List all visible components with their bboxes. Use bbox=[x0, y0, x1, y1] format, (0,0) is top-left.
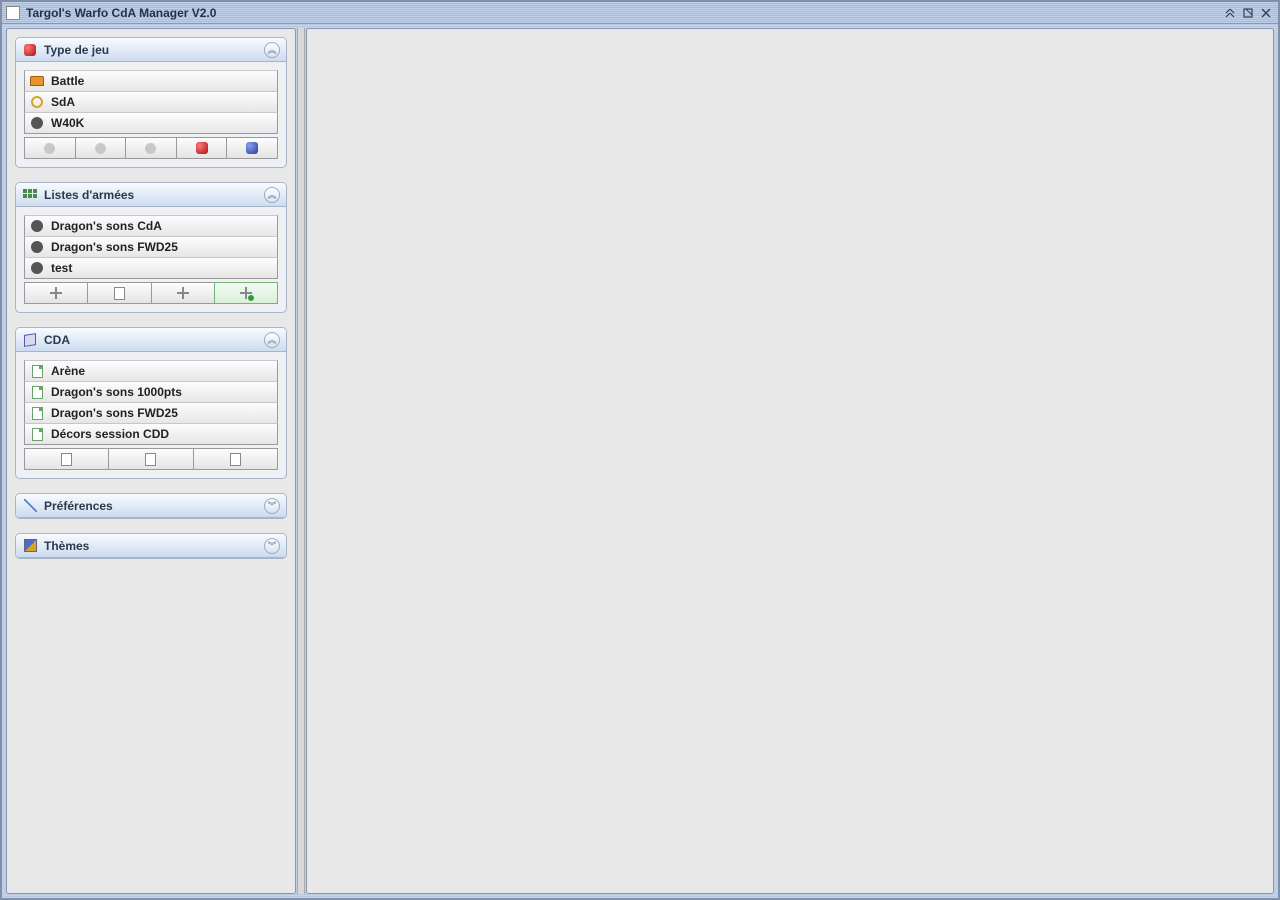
gametype-btn-2[interactable] bbox=[75, 137, 127, 159]
list-item-label: Décors session CDD bbox=[51, 427, 169, 441]
armylist-item[interactable]: Dragon's sons CdA bbox=[24, 215, 278, 237]
swatch-icon bbox=[22, 538, 38, 554]
panel-themes: Thèmes ︾ bbox=[15, 533, 287, 559]
chevron-down-icon[interactable]: ︾ bbox=[264, 538, 280, 554]
panel-header-armylists[interactable]: Listes d'armées ︽ bbox=[16, 183, 286, 207]
cube-icon bbox=[22, 332, 38, 348]
cda-item[interactable]: Décors session CDD bbox=[24, 423, 278, 445]
app-icon bbox=[6, 6, 20, 20]
sidebar: Type de jeu ︽ Battle SdA bbox=[6, 28, 296, 894]
chevron-down-icon[interactable]: ︾ bbox=[264, 498, 280, 514]
gametype-btn-add[interactable] bbox=[176, 137, 228, 159]
window-title: Targol's Warfo CdA Manager V2.0 bbox=[26, 6, 1220, 20]
chevron-up-icon[interactable]: ︽ bbox=[264, 332, 280, 348]
circle-icon bbox=[145, 143, 156, 154]
cda-item[interactable]: Arène bbox=[24, 360, 278, 382]
panel-preferences: Préférences ︾ bbox=[15, 493, 287, 519]
page-icon bbox=[29, 363, 45, 379]
panel-title: Thèmes bbox=[44, 539, 264, 553]
skull-icon bbox=[29, 260, 45, 276]
gametype-item-battle[interactable]: Battle bbox=[24, 70, 278, 92]
list-item-label: Arène bbox=[51, 364, 85, 378]
circle-icon bbox=[95, 143, 106, 154]
armylist-btn-1[interactable] bbox=[24, 282, 88, 304]
document-icon bbox=[230, 453, 241, 466]
page-icon bbox=[29, 405, 45, 421]
armylist-btn-3[interactable] bbox=[151, 282, 215, 304]
chevron-up-icon[interactable]: ︽ bbox=[264, 187, 280, 203]
dice-red-icon bbox=[196, 142, 208, 154]
panel-header-cda[interactable]: CDA ︽ bbox=[16, 328, 286, 352]
page-icon bbox=[29, 426, 45, 442]
dice-blue-icon bbox=[246, 142, 258, 154]
tree-icon bbox=[177, 287, 189, 299]
list-item-label: W40K bbox=[51, 116, 84, 130]
content-area: Type de jeu ︽ Battle SdA bbox=[2, 24, 1278, 898]
document-icon bbox=[114, 287, 125, 300]
panel-gametype: Type de jeu ︽ Battle SdA bbox=[15, 37, 287, 168]
list-item-label: SdA bbox=[51, 95, 75, 109]
tree-add-icon bbox=[240, 287, 252, 299]
chevron-up-icon[interactable]: ︽ bbox=[264, 42, 280, 58]
cda-btn-3[interactable] bbox=[193, 448, 278, 470]
panel-title: Listes d'armées bbox=[44, 188, 264, 202]
armylist-item[interactable]: Dragon's sons FWD25 bbox=[24, 236, 278, 258]
list-item-label: Dragon's sons CdA bbox=[51, 219, 162, 233]
panel-cda: CDA ︽ Arène Dragon's sons 1000pts bbox=[15, 327, 287, 479]
panel-armylists: Listes d'armées ︽ Dragon's sons CdA Drag… bbox=[15, 182, 287, 313]
gametype-btn-1[interactable] bbox=[24, 137, 76, 159]
panel-header-themes[interactable]: Thèmes ︾ bbox=[16, 534, 286, 558]
armylist-btn-add[interactable] bbox=[214, 282, 278, 304]
page-icon bbox=[29, 384, 45, 400]
wrench-icon bbox=[22, 498, 38, 514]
list-item-label: test bbox=[51, 261, 72, 275]
panel-title: Préférences bbox=[44, 499, 264, 513]
circle-icon bbox=[44, 143, 55, 154]
list-item-label: Dragon's sons FWD25 bbox=[51, 240, 178, 254]
skull-icon bbox=[29, 218, 45, 234]
tree-icon bbox=[50, 287, 62, 299]
panel-title: Type de jeu bbox=[44, 43, 264, 57]
document-icon bbox=[61, 453, 72, 466]
dice-icon bbox=[22, 42, 38, 58]
close-button[interactable] bbox=[1258, 6, 1274, 20]
cda-toolbar bbox=[24, 448, 278, 470]
grid-icon bbox=[22, 187, 38, 203]
list-item-label: Battle bbox=[51, 74, 84, 88]
skull-icon bbox=[29, 115, 45, 131]
app-window: Targol's Warfo CdA Manager V2.0 Type de … bbox=[0, 0, 1280, 900]
minimize-button[interactable] bbox=[1222, 6, 1238, 20]
armylist-item[interactable]: test bbox=[24, 257, 278, 279]
main-area bbox=[306, 28, 1274, 894]
armylist-btn-2[interactable] bbox=[87, 282, 151, 304]
gametype-item-sda[interactable]: SdA bbox=[24, 91, 278, 113]
cda-item[interactable]: Dragon's sons 1000pts bbox=[24, 381, 278, 403]
armylist-toolbar bbox=[24, 282, 278, 304]
basket-icon bbox=[29, 73, 45, 89]
cda-btn-1[interactable] bbox=[24, 448, 109, 470]
ring-icon bbox=[29, 94, 45, 110]
maximize-button[interactable] bbox=[1240, 6, 1256, 20]
list-item-label: Dragon's sons FWD25 bbox=[51, 406, 178, 420]
gametype-btn-add2[interactable] bbox=[226, 137, 278, 159]
gametype-item-w40k[interactable]: W40K bbox=[24, 112, 278, 134]
panel-title: CDA bbox=[44, 333, 264, 347]
panel-header-preferences[interactable]: Préférences ︾ bbox=[16, 494, 286, 518]
titlebar[interactable]: Targol's Warfo CdA Manager V2.0 bbox=[2, 2, 1278, 24]
cda-btn-2[interactable] bbox=[108, 448, 193, 470]
gametype-toolbar bbox=[24, 137, 278, 159]
cda-item[interactable]: Dragon's sons FWD25 bbox=[24, 402, 278, 424]
document-icon bbox=[145, 453, 156, 466]
splitter[interactable] bbox=[297, 28, 305, 894]
gametype-btn-3[interactable] bbox=[125, 137, 177, 159]
skull-icon bbox=[29, 239, 45, 255]
list-item-label: Dragon's sons 1000pts bbox=[51, 385, 182, 399]
panel-header-gametype[interactable]: Type de jeu ︽ bbox=[16, 38, 286, 62]
